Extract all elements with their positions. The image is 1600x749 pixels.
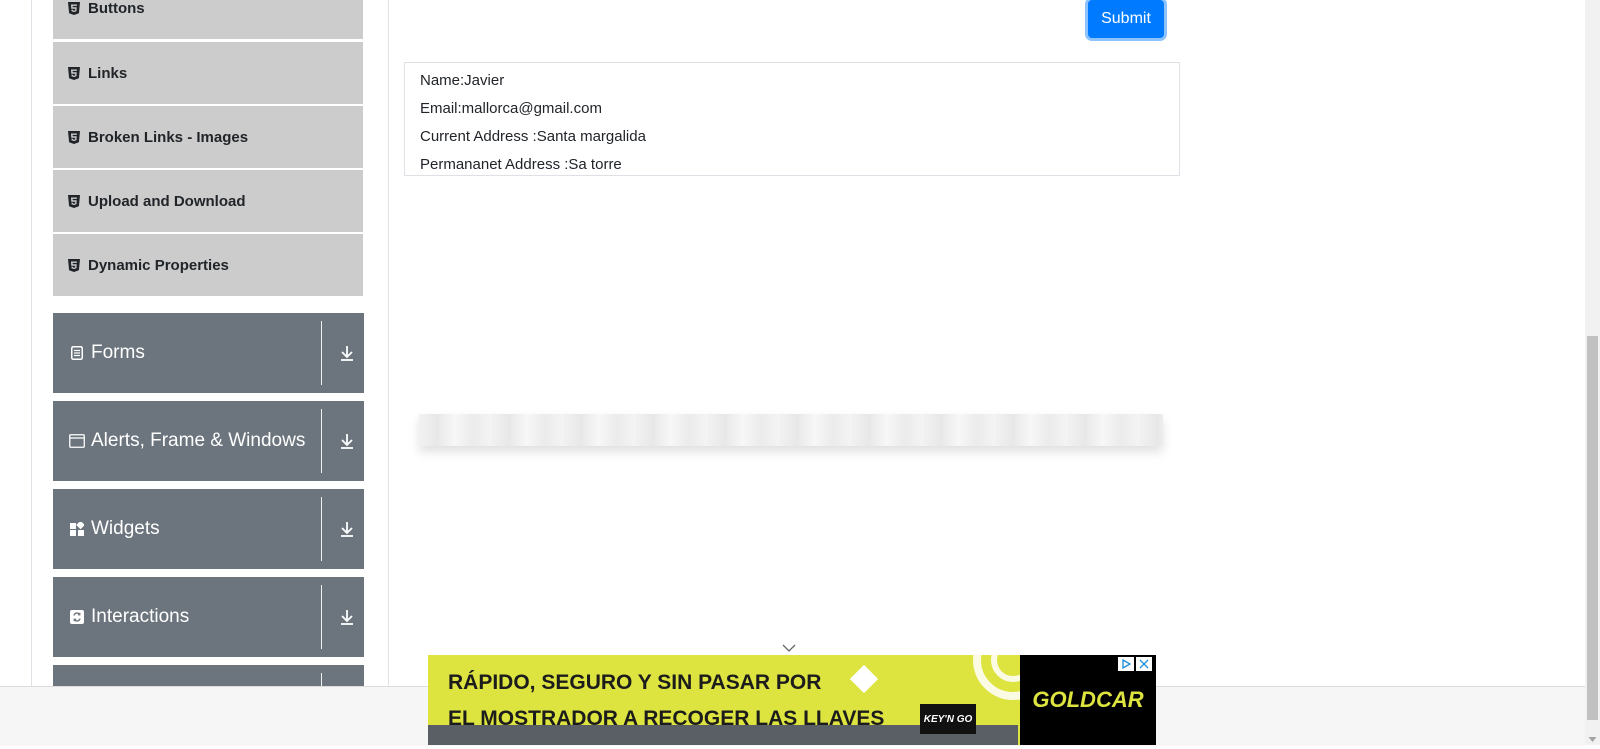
html5-icon (67, 66, 81, 80)
sidebar-group-alerts[interactable]: Alerts, Frame & Windows (53, 401, 364, 481)
sidebar-item-buttons[interactable]: Buttons (53, 0, 363, 39)
sidebar-group-label: Alerts, Frame & Windows (91, 430, 306, 451)
sidebar-right-border (388, 0, 389, 686)
expand-download-icon[interactable] (333, 577, 361, 657)
window-icon (69, 434, 85, 448)
ad-placeholder-strip (419, 414, 1163, 446)
close-icon[interactable] (1136, 657, 1152, 671)
group-separator (321, 585, 322, 649)
sidebar-item-label: Dynamic Properties (88, 256, 229, 274)
group-separator (321, 409, 322, 473)
form-output-box: Name:Javier Email:mallorca@gmail.com Cur… (404, 62, 1180, 176)
sidebar-group-label: Forms (91, 342, 145, 363)
ad-badge: KEY'N GO (920, 704, 976, 734)
scrollbar-thumb[interactable] (1587, 336, 1598, 720)
ad-headline-2: EL MOSTRADOR A RECOGER LAS LLAVES (448, 707, 885, 730)
ad-headline-1: RÁPIDO, SEGURO Y SIN PASAR POR (448, 671, 822, 694)
output-permanent-address: Permananet Address :Sa torre (420, 156, 622, 173)
sidebar-group-forms[interactable]: Forms (53, 313, 364, 393)
form-icon (69, 346, 85, 360)
sidebar-item-label: Broken Links - Images (88, 128, 249, 146)
output-name: Name:Javier (420, 72, 505, 89)
scrollbar[interactable] (1585, 0, 1600, 745)
sidebar-group-label: Widgets (91, 518, 160, 539)
chevron-down-icon[interactable] (782, 640, 796, 652)
sidebar-group-label: Interactions (91, 606, 190, 627)
sidebar-group-widgets[interactable]: Widgets (53, 489, 364, 569)
sidebar-item-label: Upload and Download (88, 192, 246, 210)
html5-icon (67, 258, 81, 272)
sidebar-item-label: Links (88, 64, 128, 82)
scroll-down-arrow-icon[interactable] (1588, 731, 1597, 742)
group-separator (321, 321, 322, 385)
expand-download-icon[interactable] (333, 489, 361, 569)
sidebar-item-broken-links[interactable]: Broken Links - Images (53, 106, 363, 168)
sidebar-group-interactions[interactable]: Interactions (53, 577, 364, 657)
adchoices-icon[interactable] (1118, 657, 1134, 671)
interactions-icon (69, 610, 85, 624)
sidebar-item-dynamic-properties[interactable]: Dynamic Properties (53, 234, 363, 296)
output-current-address: Current Address :Santa margalida (420, 128, 646, 145)
group-separator (321, 497, 322, 561)
html5-icon (67, 194, 81, 208)
expand-download-icon[interactable] (333, 313, 361, 393)
sidebar-item-label: Buttons (88, 0, 145, 17)
html5-icon (67, 130, 81, 144)
ad-diamond (849, 664, 879, 694)
output-email: Email:mallorca@gmail.com (420, 100, 602, 117)
html5-icon (67, 1, 81, 15)
sidebar-item-links[interactable]: Links (53, 42, 363, 104)
sidebar-item-upload-download[interactable]: Upload and Download (53, 170, 363, 232)
expand-download-icon[interactable] (333, 401, 361, 481)
ad-banner[interactable]: RÁPIDO, SEGURO Y SIN PASAR POR EL MOSTRA… (428, 655, 1156, 745)
widgets-icon (69, 522, 85, 536)
submit-button[interactable]: Submit (1088, 0, 1164, 38)
sidebar-left-border (31, 0, 32, 686)
